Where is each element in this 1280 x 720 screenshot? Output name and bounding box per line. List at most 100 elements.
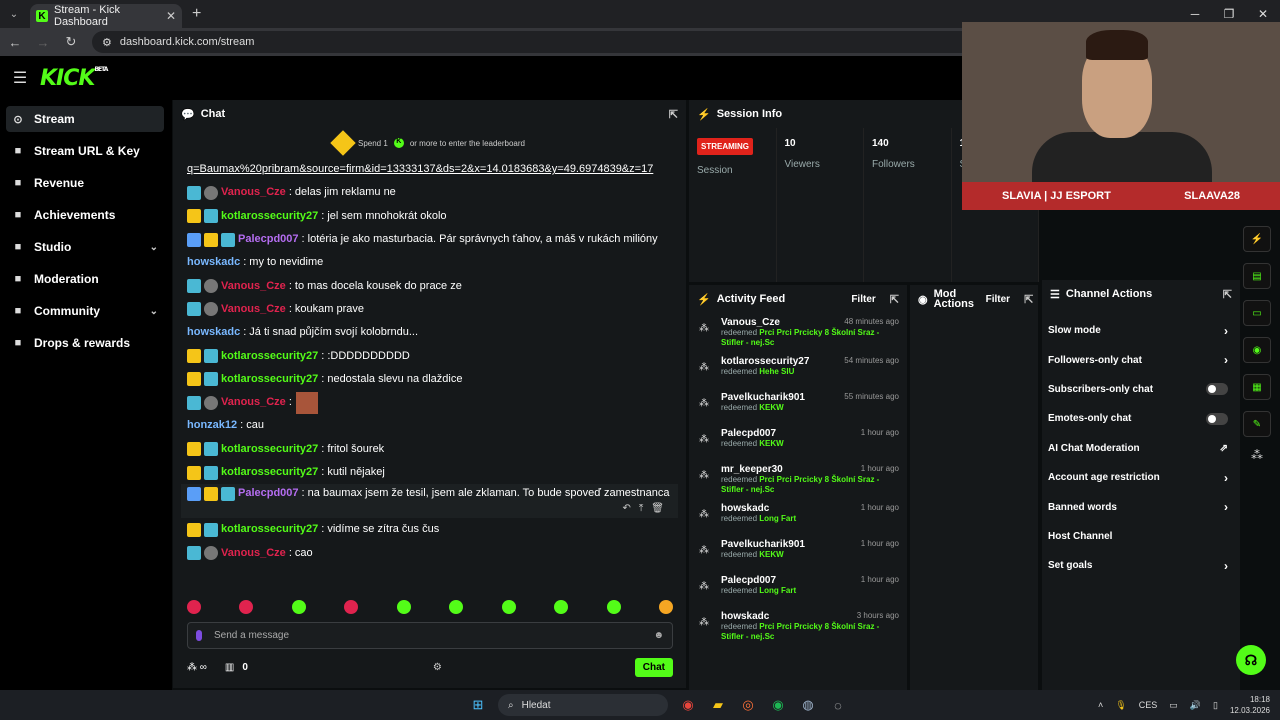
message-actions-icon[interactable]: ↶⤒🗑 bbox=[623, 501, 673, 516]
back-icon[interactable]: ← bbox=[8, 35, 22, 50]
chrome-icon[interactable]: ◉ bbox=[678, 695, 698, 715]
chat-username[interactable]: Vanous_Cze bbox=[221, 395, 286, 410]
chat-username[interactable]: kotlarossecurity27 bbox=[221, 465, 318, 480]
tray-chevron-icon[interactable]: ˄ bbox=[1098, 700, 1103, 710]
emote-icon[interactable] bbox=[396, 600, 411, 614]
mic-tray-icon[interactable]: 🎙 bbox=[1115, 700, 1126, 711]
chat-username[interactable]: kotlarossecurity27 bbox=[221, 209, 318, 224]
activity-item[interactable]: ⁂ Palecpd007 1 hour ago redeemed Long Fart bbox=[689, 571, 907, 607]
chat-message[interactable]: howskadc: my to nevidime bbox=[187, 251, 672, 274]
network-icon[interactable]: ▭ bbox=[1169, 700, 1178, 711]
activity-item[interactable]: ⁂ howskadc 3 hours ago redeemed Prci Prci P… bbox=[689, 607, 907, 646]
activity-filter-button[interactable]: Filter bbox=[851, 294, 875, 305]
mic-icon[interactable] bbox=[196, 630, 202, 641]
emote-icon[interactable] bbox=[606, 600, 621, 614]
channel-action-slow-mode[interactable]: Slow mode › bbox=[1042, 316, 1240, 345]
steam-icon[interactable]: ◍ bbox=[798, 695, 818, 715]
quick-action-broadcast-icon[interactable]: ◉ bbox=[1243, 337, 1271, 363]
activity-item[interactable]: ⁂ kotlarossecurity27 54 minutes ago redeeme… bbox=[689, 352, 907, 388]
popout-icon[interactable]: ⇱ bbox=[1024, 293, 1033, 306]
mod-filter-button[interactable]: Filter bbox=[986, 294, 1010, 305]
chat-settings-icon[interactable]: ⚙ bbox=[433, 662, 442, 673]
channel-action-account-age-restriction[interactable]: Account age restriction › bbox=[1042, 463, 1240, 492]
emote-icon[interactable] bbox=[554, 600, 569, 614]
toggle-switch[interactable] bbox=[1206, 412, 1228, 425]
channel-action-followers-only-chat[interactable]: Followers-only chat › bbox=[1042, 345, 1240, 374]
language-indicator[interactable]: CES bbox=[1139, 700, 1158, 710]
external-link-icon[interactable]: ⇗ bbox=[1220, 443, 1228, 454]
help-chat-icon[interactable]: ☊ bbox=[1236, 645, 1266, 675]
chat-message[interactable]: Vanous_Cze: to mas docela kousek do prac… bbox=[187, 274, 672, 297]
sidebar-item-community[interactable]: ■ Community ⌄ bbox=[6, 298, 164, 324]
store-icon[interactable]: ▥ bbox=[225, 662, 234, 673]
chat-username[interactable]: Vanous_Cze bbox=[221, 302, 286, 317]
sidebar-item-moderation[interactable]: ■ Moderation bbox=[6, 266, 164, 292]
popout-icon[interactable]: ⇱ bbox=[890, 293, 899, 306]
activity-item[interactable]: ⁂ mr_keeper30 1 hour ago redeemed Prci Prci… bbox=[689, 460, 907, 499]
chat-send-button[interactable]: Chat bbox=[634, 657, 673, 677]
activity-item[interactable]: ⁂ Pavelkucharik901 55 minutes ago redeemed … bbox=[689, 388, 907, 424]
site-info-icon[interactable]: ⚙ bbox=[102, 36, 112, 49]
sidebar-item-stream[interactable]: ⊙ Stream bbox=[6, 106, 164, 132]
chevron-down-icon[interactable]: ⌄ bbox=[150, 306, 158, 317]
emote-picker-icon[interactable]: ☻ bbox=[653, 630, 664, 641]
chat-message[interactable]: Palecpd007: lotéria je ako masturbacia. … bbox=[187, 228, 672, 251]
emote-icon[interactable] bbox=[658, 600, 673, 614]
chat-message[interactable]: Palecpd007: na baumax jsem že tesil, jse… bbox=[181, 484, 678, 519]
spotify-icon[interactable]: ◉ bbox=[768, 695, 788, 715]
channel-action-banned-words[interactable]: Banned words › bbox=[1042, 492, 1240, 521]
chat-message[interactable]: kotlarossecurity27: :DDDDDDDDDD bbox=[187, 344, 672, 367]
chat-message[interactable]: Vanous_Cze: delas jim reklamu ne bbox=[187, 181, 672, 204]
sidebar-item-stream-url-key[interactable]: ■ Stream URL & Key bbox=[6, 138, 164, 164]
chat-url-line[interactable]: q=Baumax%20pribram&source=firm&id=133331… bbox=[187, 158, 672, 181]
activity-item[interactable]: ⁂ howskadc 1 hour ago redeemed Long Fart bbox=[689, 499, 907, 535]
emote-icon[interactable] bbox=[187, 600, 201, 614]
stream-preview[interactable]: SLAVIA | JJ ESPORT SLAAVA28 bbox=[962, 22, 1280, 210]
chevron-right-icon[interactable]: › bbox=[1224, 471, 1228, 485]
battery-icon[interactable]: ▯ bbox=[1213, 700, 1218, 711]
quick-action-bolt-icon[interactable]: ⚡ bbox=[1243, 226, 1271, 252]
chat-username[interactable]: Palecpd007 bbox=[238, 232, 299, 247]
quick-action-dots-icon[interactable]: ⁂ bbox=[1243, 448, 1271, 462]
chat-username[interactable]: kotlarossecurity27 bbox=[221, 349, 318, 364]
sidebar-item-studio[interactable]: ■ Studio ⌄ bbox=[6, 234, 164, 260]
popout-icon[interactable]: ⇱ bbox=[669, 108, 678, 121]
channel-action-ai-chat-moderation[interactable]: AI Chat Moderation ⇗ bbox=[1042, 434, 1240, 463]
activity-item[interactable]: ⁂ Vanous_Cze 48 minutes ago redeemed Prci P… bbox=[689, 313, 907, 352]
reload-icon[interactable]: ↻ bbox=[64, 34, 78, 50]
quick-action-notes-icon[interactable]: ▤ bbox=[1243, 263, 1271, 289]
chat-message[interactable]: kotlarossecurity27: vidíme se zítra čus … bbox=[187, 518, 672, 541]
chat-username[interactable]: Vanous_Cze bbox=[221, 279, 286, 294]
taskbar-search[interactable]: ⌕ Hledat bbox=[498, 694, 668, 716]
sidebar-item-revenue[interactable]: ■ Revenue bbox=[6, 170, 164, 196]
toggle-switch[interactable] bbox=[1206, 383, 1228, 396]
quick-action-layout-icon[interactable]: ▦ bbox=[1243, 374, 1271, 400]
browser-tab[interactable]: K Stream - Kick Dashboard ✕ bbox=[30, 4, 182, 28]
chat-username[interactable]: kotlarossecurity27 bbox=[221, 522, 318, 537]
firefox-icon[interactable]: ◎ bbox=[738, 695, 758, 715]
quick-action-wrench-icon[interactable]: ✎ bbox=[1243, 411, 1271, 437]
channel-action-host-channel[interactable]: Host Channel bbox=[1042, 522, 1240, 551]
chat-message[interactable]: honzak12: cau bbox=[187, 414, 672, 437]
chat-message[interactable]: howskadc: Já ti snad půjčím svojí kolobr… bbox=[187, 321, 672, 344]
sidebar-item-achievements[interactable]: ■ Achievements bbox=[6, 202, 164, 228]
chat-message[interactable]: Vanous_Cze: cao bbox=[187, 541, 672, 564]
sidebar-item-drops-rewards[interactable]: ■ Drops & rewards bbox=[6, 330, 164, 356]
new-tab-icon[interactable]: + bbox=[192, 5, 201, 23]
chevron-down-icon[interactable]: ⌄ bbox=[150, 242, 158, 253]
chat-username[interactable]: kotlarossecurity27 bbox=[221, 372, 318, 387]
chat-username[interactable]: howskadc bbox=[187, 325, 240, 340]
chevron-right-icon[interactable]: › bbox=[1224, 353, 1228, 367]
chat-input[interactable]: Send a message ☻ bbox=[187, 622, 673, 649]
menu-icon[interactable]: ☰ bbox=[0, 68, 40, 88]
emote-icon[interactable] bbox=[239, 600, 254, 614]
activity-item[interactable]: ⁂ Palecpd007 1 hour ago redeemed KEKW bbox=[689, 424, 907, 460]
popout-icon[interactable]: ⇱ bbox=[1223, 288, 1232, 301]
emote-icon[interactable] bbox=[344, 600, 359, 614]
chat-username[interactable]: honzak12 bbox=[187, 418, 237, 433]
chat-message[interactable]: Vanous_Cze: koukam prave bbox=[187, 298, 672, 321]
clock[interactable]: 18:18 12.03.2026 bbox=[1230, 694, 1270, 716]
chat-message[interactable]: kotlarossecurity27: kutil nějakej bbox=[187, 461, 672, 484]
tab-search-icon[interactable]: ⌄ bbox=[0, 0, 28, 28]
chevron-right-icon[interactable]: › bbox=[1224, 324, 1228, 338]
